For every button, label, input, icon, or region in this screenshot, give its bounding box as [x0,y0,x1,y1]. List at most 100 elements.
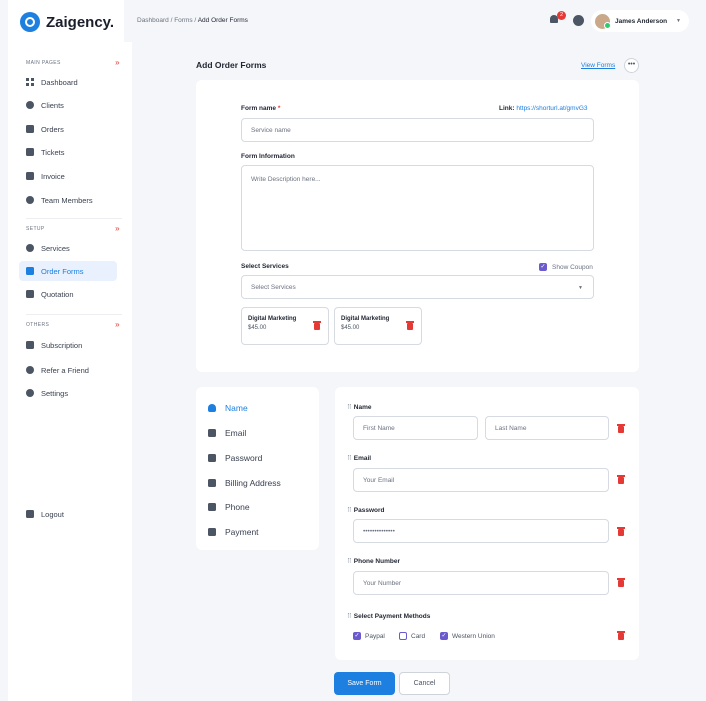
password-field-label[interactable]: Password [347,506,385,514]
chat-icon[interactable] [573,15,584,26]
collapse-chevron-icon[interactable]: » [115,58,120,67]
password-input[interactable]: •••••••••••••• [353,519,609,543]
handshake-icon [26,366,34,374]
payment-methods-label[interactable]: Select Payment Methods [347,612,431,620]
view-forms-link[interactable]: View Forms [581,62,615,69]
sidebar-item-label: Refer a Friend [41,365,89,375]
sidebar-item-orders[interactable]: Orders [19,119,117,139]
sidebar-item-settings[interactable]: Settings [19,383,117,403]
section-main-pages: MAIN PAGES » [26,58,120,67]
sidebar-item-tickets[interactable]: Tickets [19,142,117,162]
sidebar-item-label: Quotation [41,289,74,299]
team-icon [26,196,34,204]
email-input[interactable]: Your Email [353,468,609,492]
chevron-down-icon: ▼ [676,18,681,24]
trash-icon[interactable] [406,321,414,330]
checkbox-checked-icon: ✓ [353,632,361,640]
form-information-label: Form Information [241,153,295,160]
form-information-textarea[interactable]: Write Description here... [241,165,594,251]
trash-icon[interactable] [617,527,625,536]
field-type-name[interactable]: Name [208,401,248,415]
notification-bell-icon[interactable]: 2 [548,11,566,26]
field-types-panel: Name Email Password Billing Address Phon… [196,387,319,550]
form-name-label: Form name * [241,105,281,112]
collapse-chevron-icon[interactable]: » [115,224,120,233]
form-icon [26,267,34,275]
select-services-dropdown[interactable]: Select Services ▼ [241,275,594,299]
brand[interactable]: Zaigency. [20,12,114,32]
sidebar-item-subscription[interactable]: Subscription [19,335,117,355]
sidebar-item-label: Team Members [41,195,93,205]
name-field-label[interactable]: Name [347,403,372,411]
field-type-label: Email [225,428,247,438]
logout-button[interactable]: Logout [19,504,117,524]
select-services-placeholder: Select Services [251,283,296,291]
trash-icon[interactable] [617,631,625,640]
payment-paypal-checkbox[interactable]: ✓ Paypal [353,632,385,640]
topbar: Dashboard / Forms / Add Order Forms 2 Ja… [124,0,698,42]
section-setup: SETUP » [26,224,120,233]
logout-label: Logout [41,509,64,519]
sidebar-item-order-forms[interactable]: Order Forms [19,261,117,281]
payment-western-union-checkbox[interactable]: ✓ Western Union [440,632,495,640]
field-type-email[interactable]: Email [208,426,246,440]
user-name: James Anderson [615,17,668,25]
form-details-card: Form name * Link: https://shorturl.at/gm… [196,80,639,372]
sidebar-item-label: Subscription [41,340,83,350]
clipboard-icon [26,125,34,133]
checkbox-checked-icon: ✓ [440,632,448,640]
sidebar-item-services[interactable]: Services [19,238,117,258]
first-name-input[interactable]: First Name [353,416,478,440]
show-coupon-label: Show Coupon [552,263,593,271]
trash-icon[interactable] [313,321,321,330]
sidebar-item-label: Settings [41,388,69,398]
collapse-chevron-icon[interactable]: » [115,320,120,329]
service-price: $45.00 [341,325,360,331]
field-type-payment[interactable]: Payment [208,525,259,539]
phone-input[interactable]: Your Number [353,571,609,595]
payment-card-checkbox[interactable]: Card [399,632,425,640]
users-icon [26,101,34,109]
service-name: Digital Marketing [341,316,390,322]
field-type-password[interactable]: Password [208,451,262,465]
show-coupon-checkbox[interactable]: ✓ Show Coupon [539,263,593,271]
section-others: OTHERS » [26,320,120,329]
sidebar-item-dashboard[interactable]: Dashboard [19,72,117,92]
email-field-label[interactable]: Email [347,454,371,462]
section-title: OTHERS [26,321,50,328]
section-title: SETUP [26,225,45,232]
last-name-input[interactable]: Last Name [485,416,609,440]
field-type-label: Password [225,453,263,463]
trash-icon[interactable] [617,578,625,587]
field-type-billing-address[interactable]: Billing Address [208,476,281,490]
address-card-icon [208,479,216,487]
trash-icon[interactable] [617,424,625,433]
sidebar: Zaigency. MAIN PAGES » Dashboard Clients… [8,0,132,701]
user-icon [208,404,216,412]
user-menu[interactable]: James Anderson ▼ [591,10,689,32]
breadcrumb-path[interactable]: Dashboard / Forms / [137,17,198,24]
sidebar-item-label: Invoice [41,171,65,181]
field-type-phone[interactable]: Phone [208,500,250,514]
cancel-button[interactable]: Cancel [399,672,450,695]
sidebar-item-quotation[interactable]: Quotation [19,284,117,304]
page-title: Add Order Forms [196,60,267,70]
form-fields-panel: Name First Name Last Name Email Your Ema… [335,387,639,660]
select-services-label: Select Services [241,263,289,270]
invoice-icon [26,172,34,180]
field-type-label: Name [225,403,248,413]
sidebar-item-label: Orders [41,124,64,134]
phone-field-label[interactable]: Phone Number [347,557,400,565]
lock-icon [208,454,216,462]
form-link-url[interactable]: https://shorturl.at/gmvG3 [516,105,587,112]
form-link: Link: https://shorturl.at/gmvG3 [499,105,588,112]
sidebar-item-refer-a-friend[interactable]: Refer a Friend [19,360,117,380]
sidebar-item-invoice[interactable]: Invoice [19,166,117,186]
save-form-button[interactable]: Save Form [334,672,395,695]
sidebar-item-label: Services [41,243,70,253]
sidebar-item-clients[interactable]: Clients [19,95,117,115]
more-options-button[interactable]: ••• [624,58,639,73]
form-name-input[interactable]: Service name [241,118,594,142]
trash-icon[interactable] [617,475,625,484]
sidebar-item-team-members[interactable]: Team Members [19,190,117,210]
